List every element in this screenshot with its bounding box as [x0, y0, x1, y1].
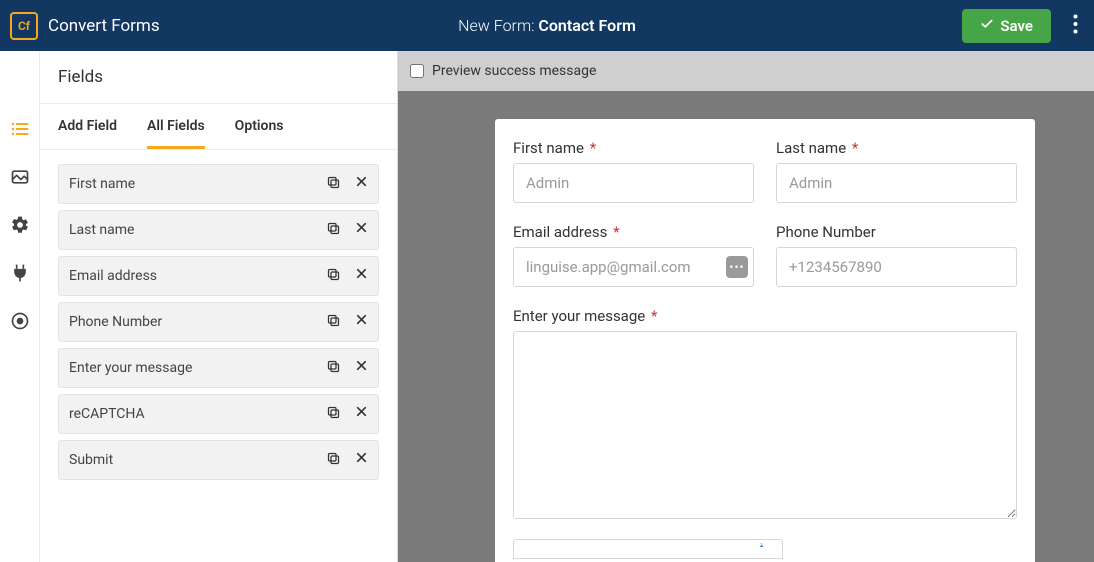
first-name-input[interactable] — [513, 163, 754, 203]
app-header: Cf Convert Forms New Form: Contact Form … — [0, 0, 1094, 51]
last-name-group: Last name * — [776, 139, 1017, 203]
field-row[interactable]: reCAPTCHA — [58, 394, 379, 434]
duplicate-icon[interactable] — [326, 313, 341, 332]
preview-bar: Preview success message — [398, 51, 1094, 91]
form-canvas: First name * Last name * — [398, 91, 1094, 562]
required-mark: * — [590, 139, 596, 157]
field-row-label: Email address — [69, 268, 326, 284]
delete-icon[interactable] — [355, 175, 368, 194]
duplicate-icon[interactable] — [326, 405, 341, 424]
message-textarea[interactable] — [513, 331, 1017, 519]
preview-success-label: Preview success message — [432, 63, 596, 79]
message-group: Enter your message * — [513, 307, 1017, 519]
page-title: New Form: Contact Form — [458, 16, 636, 35]
brand-logo: Cf — [10, 12, 38, 40]
duplicate-icon[interactable] — [326, 451, 341, 470]
required-mark: * — [613, 223, 619, 241]
phone-input[interactable] — [776, 247, 1017, 287]
field-row[interactable]: Email address — [58, 256, 379, 296]
tab-add-field[interactable]: Add Field — [58, 118, 117, 149]
delete-icon[interactable] — [355, 451, 368, 470]
required-mark: * — [852, 139, 858, 157]
delete-icon[interactable] — [355, 405, 368, 424]
email-input[interactable] — [513, 247, 754, 287]
record-rail-icon[interactable] — [10, 311, 30, 331]
delete-icon[interactable] — [355, 313, 368, 332]
image-rail-icon[interactable] — [10, 167, 30, 187]
panel-title: Fields — [40, 51, 397, 104]
duplicate-icon[interactable] — [326, 359, 341, 378]
title-prefix: New Form: — [458, 16, 538, 35]
field-row-label: Submit — [69, 452, 326, 468]
first-name-label: First name * — [513, 139, 754, 157]
phone-group: Phone Number — [776, 223, 1017, 287]
check-icon — [980, 17, 994, 35]
phone-label: Phone Number — [776, 223, 1017, 241]
delete-icon[interactable] — [355, 359, 368, 378]
recaptcha-widget[interactable] — [513, 539, 783, 559]
field-row[interactable]: Submit — [58, 440, 379, 480]
preview-success-checkbox[interactable] — [410, 64, 424, 78]
email-group: Email address * ••• — [513, 223, 754, 287]
email-autofill-icon[interactable]: ••• — [726, 256, 748, 278]
more-menu-button[interactable] — [1067, 8, 1084, 44]
delete-icon[interactable] — [355, 221, 368, 240]
field-row-label: Enter your message — [69, 360, 326, 376]
message-label: Enter your message * — [513, 307, 1017, 325]
form-preview-card: First name * Last name * — [495, 119, 1035, 562]
save-button-label: Save — [1000, 17, 1033, 35]
field-row[interactable]: Phone Number — [58, 302, 379, 342]
field-list: First name Last name Email address Phone Nu… — [40, 150, 397, 494]
duplicate-icon[interactable] — [326, 175, 341, 194]
last-name-label: Last name * — [776, 139, 1017, 157]
duplicate-icon[interactable] — [326, 267, 341, 286]
duplicate-icon[interactable] — [326, 221, 341, 240]
field-row-label: First name — [69, 176, 326, 192]
field-row-label: reCAPTCHA — [69, 406, 326, 422]
email-label: Email address * — [513, 223, 754, 241]
first-name-group: First name * — [513, 139, 754, 203]
brand-name: Convert Forms — [48, 16, 160, 36]
fields-rail-icon[interactable] — [10, 119, 30, 139]
field-row[interactable]: Last name — [58, 210, 379, 250]
field-row[interactable]: First name — [58, 164, 379, 204]
plugin-rail-icon[interactable] — [10, 263, 30, 283]
field-row-label: Phone Number — [69, 314, 326, 330]
settings-rail-icon[interactable] — [10, 215, 30, 235]
required-mark: * — [651, 307, 657, 325]
last-name-input[interactable] — [776, 163, 1017, 203]
fields-panel: Fields Add Field All Fields Options Firs… — [40, 51, 398, 562]
delete-icon[interactable] — [355, 267, 368, 286]
field-row-label: Last name — [69, 222, 326, 238]
panel-tabs: Add Field All Fields Options — [40, 104, 397, 150]
tab-options[interactable]: Options — [235, 118, 284, 149]
save-button[interactable]: Save — [962, 9, 1051, 43]
tab-all-fields[interactable]: All Fields — [147, 118, 205, 149]
field-row[interactable]: Enter your message — [58, 348, 379, 388]
form-name: Contact Form — [538, 16, 635, 35]
side-rail — [0, 51, 40, 562]
